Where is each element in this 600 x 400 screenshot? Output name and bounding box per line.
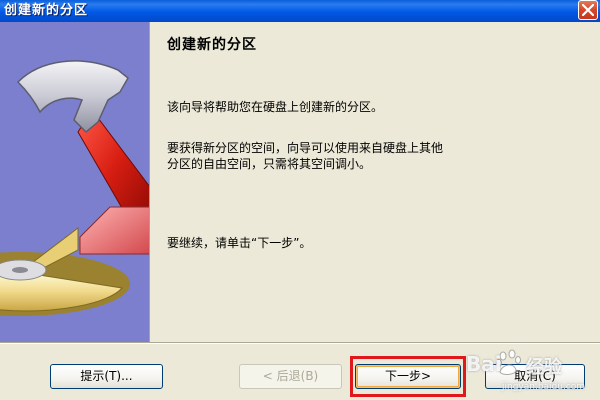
page-title: 创建新的分区 [167,37,257,53]
wizard-window: 创建新的分区 创建新的分区 该向导将帮助您在硬盘上创建新的分区。 要获得新分区的… [0,0,600,400]
intro-text: 该向导将帮助您在硬盘上创建新的分区。 [167,100,384,114]
watermark-brand: Bai [466,352,502,376]
space-text-line2: 分区的自由空间，只需将其空间调小。 [167,157,372,171]
watermark-url: jingyan.baidu.com [502,382,586,392]
continue-text: 要继续，请单击“下一步”。 [167,236,312,250]
title-bar[interactable]: 创建新的分区 [0,0,600,22]
hammer-disk-illustration [0,60,149,316]
baidu-watermark: Bai 经验 jingyan.baidu.com [462,344,600,400]
wizard-content: 创建新的分区 该向导将帮助您在硬盘上创建新的分区。 要获得新分区的空间，向导可以… [150,22,600,342]
close-icon [582,4,594,16]
close-button[interactable] [578,0,598,20]
wizard-illustration [0,22,149,342]
hint-button[interactable]: 提示(T)... [50,364,163,389]
watermark-brand-cn: 经验 [526,357,562,378]
window-title: 创建新的分区 [4,3,89,18]
back-button[interactable]: < 后退(B) [239,364,342,389]
space-text-line1: 要获得新分区的空间，向导可以使用来自硬盘上其他 [167,141,444,155]
next-button-highlight [350,356,466,397]
